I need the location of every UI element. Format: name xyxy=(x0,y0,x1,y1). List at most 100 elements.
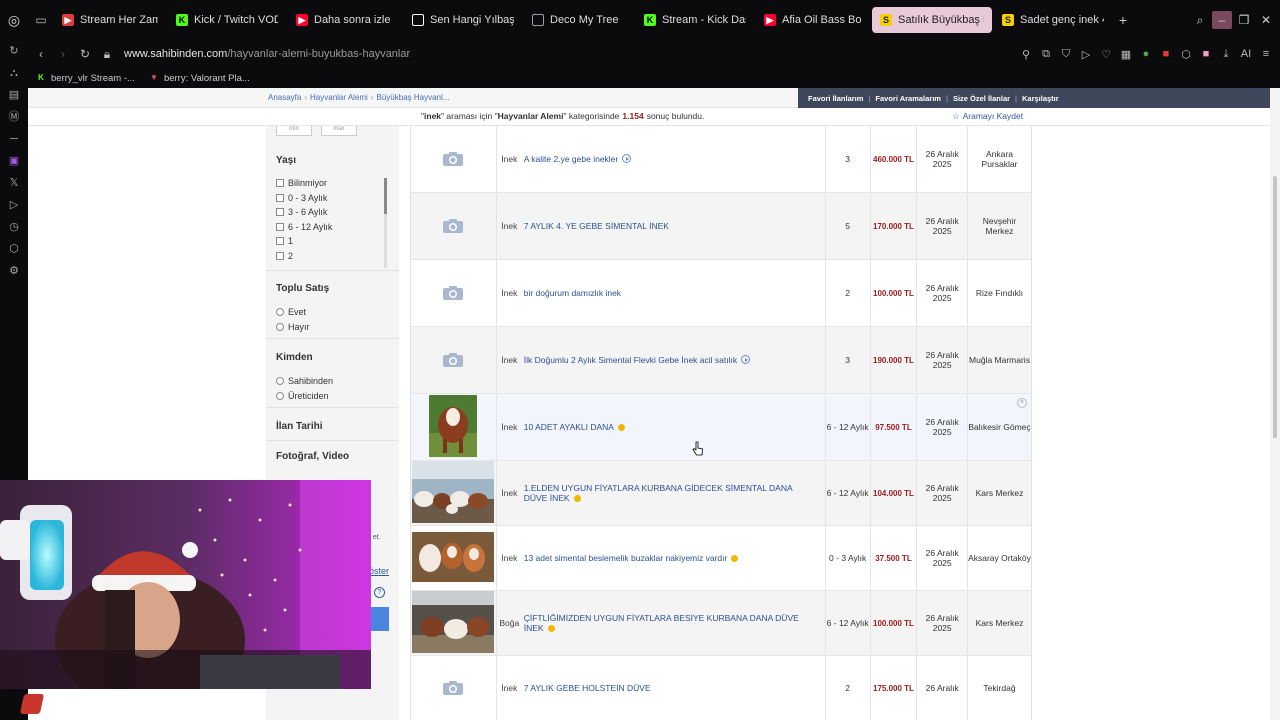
notes-icon[interactable]: ▤ xyxy=(0,84,28,106)
filter-option[interactable]: Evet xyxy=(276,307,306,317)
filter-option[interactable]: 2 xyxy=(276,251,293,261)
shield-icon[interactable]: ⛉ xyxy=(1058,48,1074,61)
listing-thumbnail[interactable] xyxy=(411,461,497,525)
history-icon[interactable]: ↻ xyxy=(0,40,28,62)
puzzle-icon[interactable]: ⬡ xyxy=(1178,48,1194,61)
screenshot-icon[interactable]: ⧉ xyxy=(1038,48,1054,61)
user-nav-link[interactable]: Size Özel İlanlar xyxy=(953,94,1010,103)
restore-button[interactable]: ❐ xyxy=(1234,13,1254,27)
checkbox[interactable] xyxy=(276,193,284,202)
age-scroll-thumb[interactable] xyxy=(384,178,387,214)
show-link-fragment[interactable]: öster xyxy=(369,566,389,576)
filter-option[interactable]: Hayır xyxy=(276,322,310,332)
listing-photo[interactable] xyxy=(412,591,495,655)
tab-4[interactable]: Sen Hangi Yılbaşı Karakteri xyxy=(404,7,522,33)
radio-button[interactable] xyxy=(276,308,284,316)
listing-title[interactable]: 7 AYLIK GEBE HOLSTEİN DÜVE xyxy=(524,683,651,693)
listing-thumbnail[interactable] xyxy=(411,394,497,460)
user-nav-link[interactable]: Karşılaştır xyxy=(1022,94,1059,103)
messenger-icon[interactable]: Ⓜ xyxy=(0,106,28,128)
bookmark-item[interactable]: ▼ berry: Valorant Pla... xyxy=(149,73,250,84)
listing-row[interactable]: İnek bir doğurum damızlık inek 2 100.000 TL… xyxy=(411,260,1031,327)
min-input[interactable]: min xyxy=(276,126,312,136)
listing-title-cell[interactable]: 7 AYLIK GEBE HOLSTEİN DÜVE xyxy=(522,656,826,720)
save-search-link[interactable]: ☆ Aramayı Kaydet xyxy=(952,111,1023,122)
listing-title-cell[interactable]: A kalite 2.ye gebe inekler xyxy=(522,126,826,192)
tab-5[interactable]: Deco My Tree xyxy=(524,7,634,33)
wallet-icon[interactable]: ▦ xyxy=(1118,48,1134,61)
listing-thumbnail[interactable] xyxy=(411,260,497,326)
radio-button[interactable] xyxy=(276,322,284,331)
filter-option[interactable]: 1 xyxy=(276,236,293,246)
back-icon[interactable]: ‹ xyxy=(32,47,50,61)
browser-logo-icon[interactable]: ◎ xyxy=(0,0,28,40)
hide-listing-icon[interactable]: × xyxy=(1017,398,1027,408)
listing-title[interactable]: İlk Doğumlu 2 Aylık Simental Flevki Gebe… xyxy=(524,355,737,365)
settings-icon[interactable]: ⚙ xyxy=(0,260,28,282)
forward-icon[interactable]: › xyxy=(54,47,72,61)
listing-row[interactable]: İnek 7 AYLIK 4. YE GEBE SİMENTAL İNEK 5 170… xyxy=(411,193,1031,260)
listing-thumbnail[interactable] xyxy=(411,591,497,655)
scrollbar-thumb[interactable] xyxy=(1273,176,1277,438)
listing-row[interactable]: İnek 10 ADET AYAKLI DANA 6 - 12 Aylık 97.50… xyxy=(411,394,1031,461)
checkbox[interactable] xyxy=(276,237,284,246)
filter-media-title[interactable]: Fotoğraf, Video xyxy=(276,451,349,462)
tab-9[interactable]: S Sadet genç inek 4ü gebe xyxy=(994,7,1112,33)
listing-title[interactable]: bir doğurum damızlık inek xyxy=(524,288,621,298)
filter-option[interactable]: 0 - 3 Aylık xyxy=(276,193,327,203)
listing-photo[interactable] xyxy=(429,395,478,459)
breadcrumb-link[interactable]: Hayvanlar Alemi xyxy=(310,93,368,102)
filter-option[interactable]: Sahibinden xyxy=(276,376,333,386)
twitch-icon[interactable]: ▣ xyxy=(0,150,28,172)
listing-title[interactable]: 1.ELDEN UYGUN FİYATLARA KURBANA GİDECEK … xyxy=(524,483,792,503)
listing-title-cell[interactable]: ÇİFTLİĞİMİZDEN UYGUN FİYATLARA BESİYE KU… xyxy=(522,591,826,655)
filter-option[interactable]: Bilinmiyor xyxy=(276,178,327,188)
tab-7[interactable]: ▶ Afia Oil Bass Boosted Extreme xyxy=(756,7,870,33)
max-input[interactable]: max xyxy=(321,126,357,136)
filter-option[interactable]: Üreticiden xyxy=(276,391,329,401)
checkbox[interactable] xyxy=(276,179,284,187)
age-scrollbar[interactable] xyxy=(384,178,387,268)
help-icon[interactable]: ? xyxy=(374,587,385,598)
filter-option[interactable]: 3 - 6 Aylık xyxy=(276,207,327,217)
user-nav-link[interactable]: Favori Aramalarım xyxy=(875,94,941,103)
tab-3[interactable]: ▶ Daha sonra izle - YouTube xyxy=(288,7,402,33)
listing-title-cell[interactable]: 13 adet simental beslemelik buzaklar nak… xyxy=(522,526,826,590)
menu-icon[interactable]: ≡ xyxy=(1258,48,1274,60)
listing-thumbnail[interactable] xyxy=(411,327,497,393)
filter-option[interactable]: 6 - 12 Aylık xyxy=(276,222,332,232)
listing-row[interactable]: İnek A kalite 2.ye gebe inekler 3 460.000 T… xyxy=(411,126,1031,193)
listing-row[interactable]: İnek 7 AYLIK GEBE HOLSTEİN DÜVE 2 175.000 T… xyxy=(411,656,1031,720)
listing-thumbnail[interactable] xyxy=(411,526,497,590)
listing-title[interactable]: 10 ADET AYAKLI DANA xyxy=(524,422,614,432)
bookmark-item[interactable]: Kberry_vlr Stream -... xyxy=(36,73,135,84)
listing-title-cell[interactable]: İlk Doğumlu 2 Aylık Simental Flevki Gebe… xyxy=(522,327,826,393)
extension-red-icon[interactable]: ■ xyxy=(1158,48,1174,60)
listing-photo[interactable] xyxy=(412,532,495,584)
listing-thumbnail[interactable] xyxy=(411,126,497,192)
tab-2[interactable]: K Kick / Twitch VOD downloader xyxy=(168,7,286,33)
listing-title-cell[interactable]: 7 AYLIK 4. YE GEBE SİMENTAL İNEK xyxy=(522,193,826,259)
profile-icon[interactable]: ■ xyxy=(1198,48,1214,60)
checkbox[interactable] xyxy=(276,208,284,217)
pin-icon[interactable]: ⚲ xyxy=(1018,48,1034,61)
heart-icon[interactable]: ♡ xyxy=(1098,48,1114,61)
user-nav-link[interactable]: Favori İlanlarım xyxy=(808,94,863,103)
listing-row[interactable]: Boğa ÇİFTLİĞİMİZDEN UYGUN FİYATLARA BESİY… xyxy=(411,591,1031,656)
listing-title[interactable]: 7 AYLIK 4. YE GEBE SİMENTAL İNEK xyxy=(524,221,669,231)
listing-thumbnail[interactable] xyxy=(411,656,497,720)
listing-title[interactable]: 13 adet simental beslemelik buzaklar nak… xyxy=(524,553,728,563)
tab-8[interactable]: S Satılık Büyükbaş Hayvanlar xyxy=(872,7,992,33)
cast-icon[interactable]: ▷ xyxy=(1078,48,1094,61)
tab-6[interactable]: K Stream - Kick Dashboard xyxy=(636,7,754,33)
listing-title-cell[interactable]: 1.ELDEN UYGUN FİYATLARA KURBANA GİDECEK … xyxy=(522,461,826,525)
listing-thumbnail[interactable] xyxy=(411,193,497,259)
tab-1[interactable]: ▶ Stream Her Zaman Yanında xyxy=(54,7,166,33)
x-icon[interactable]: 𝕏 xyxy=(0,172,28,194)
radio-button[interactable] xyxy=(276,391,284,400)
checkbox[interactable] xyxy=(276,252,284,260)
listing-title[interactable]: ÇİFTLİĞİMİZDEN UYGUN FİYATLARA BESİYE KU… xyxy=(524,613,799,633)
listing-row[interactable]: İnek 13 adet simental beslemelik buzaklar… xyxy=(411,526,1031,591)
url-field[interactable]: www.sahibinden.com/hayvanlar-alemi-buyuk… xyxy=(124,48,410,60)
minimize-button[interactable]: – xyxy=(1212,11,1232,29)
